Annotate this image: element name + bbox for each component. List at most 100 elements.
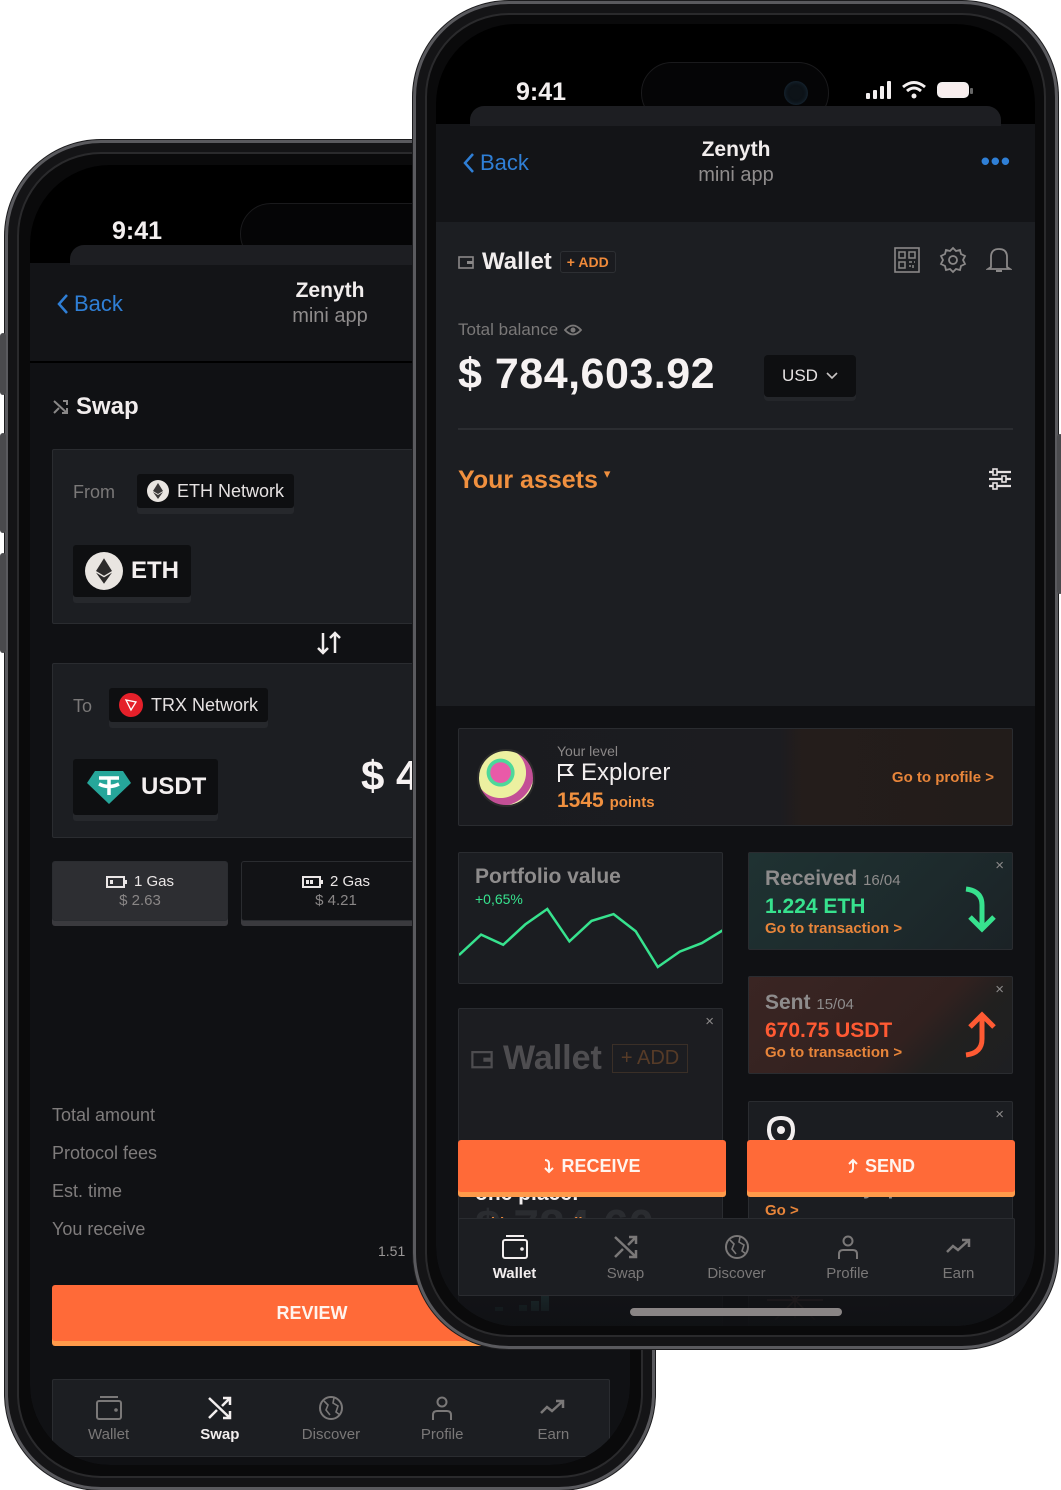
wallet-body: Wallet + ADD Total balance $ 784,603.92 …	[436, 222, 1035, 1326]
to-network-select[interactable]: TRX Network	[109, 688, 269, 722]
app-subtitle: mini app	[292, 305, 368, 327]
battery-icon	[937, 82, 973, 98]
level-points: 1545 points	[557, 789, 655, 813]
cellular-signal-icon	[866, 81, 891, 99]
tab-wallet[interactable]: Wallet	[64, 1393, 154, 1443]
promo-bg-wallet: Wallet	[503, 1039, 602, 1077]
more-dots-icon[interactable]: •••	[981, 146, 1011, 177]
camera-icon	[784, 81, 808, 105]
swap-icon	[613, 1235, 637, 1259]
divider	[458, 428, 1013, 430]
assets-dropdown[interactable]: Your assets ▾	[458, 466, 610, 495]
received-amount: 1.224 ETH	[765, 895, 866, 918]
app-name: Zenyth	[295, 279, 365, 302]
tab-discover[interactable]: Discover	[286, 1393, 376, 1443]
tab-swap[interactable]: Swap	[175, 1393, 265, 1443]
close-icon[interactable]: ×	[705, 1013, 714, 1030]
swap-direction-button[interactable]	[315, 629, 343, 662]
level-name-text: Explorer	[581, 759, 671, 786]
tab-profile[interactable]: Profile	[803, 1232, 893, 1282]
wallet-icon	[471, 1050, 493, 1068]
tab-profile[interactable]: Profile	[397, 1393, 487, 1443]
from-token-select[interactable]: ETH	[73, 545, 191, 597]
eth-token-icon	[85, 552, 123, 590]
received-transaction-card[interactable]: × Received 16/04 1.224 ETH Go to transac…	[748, 852, 1013, 950]
gas-option-label: 2 Gas	[329, 873, 371, 890]
volume-down-button-hw	[0, 553, 6, 653]
app-subtitle: mini app	[698, 164, 774, 186]
back-button[interactable]: Back	[462, 150, 529, 176]
swap-title: Swap	[52, 393, 139, 421]
summary-est-time: Est. time	[52, 1181, 123, 1201]
received-title: Received 16/04	[765, 867, 901, 891]
swap-icon	[53, 400, 68, 414]
back-label: Back	[480, 150, 529, 175]
close-icon[interactable]: ×	[995, 1106, 1004, 1123]
globe-icon	[724, 1235, 749, 1259]
wifi-icon	[902, 81, 926, 99]
bottom-tabbar: Wallet Swap Discover Profile Earn	[458, 1218, 1015, 1296]
balance-label-text: Total balance	[458, 320, 559, 339]
trx-network-icon	[119, 693, 143, 717]
send-button[interactable]: SEND	[747, 1140, 1015, 1192]
tab-label: Swap	[606, 1265, 645, 1282]
go-to-profile-link[interactable]: Go to profile >	[892, 769, 994, 786]
send-label: SEND	[864, 1155, 915, 1176]
sent-transaction-card[interactable]: × Sent 15/04 670.75 USDT Go to transacti…	[748, 976, 1013, 1074]
level-card[interactable]: Your level Explorer 1545 points Go to pr…	[458, 728, 1013, 826]
tab-swap[interactable]: Swap	[581, 1232, 671, 1282]
back-button[interactable]: Back	[56, 291, 123, 317]
receive-button[interactable]: RECEIVE	[458, 1140, 726, 1192]
sent-amount: 670.75 USDT	[765, 1019, 893, 1042]
level-name: Explorer	[557, 759, 670, 787]
wallet-icon	[501, 1235, 528, 1259]
tab-earn[interactable]: Earn	[914, 1232, 1004, 1282]
from-network-select[interactable]: ETH Network	[137, 474, 295, 508]
gear-icon[interactable]	[939, 246, 967, 274]
balance-label: Total balance	[458, 320, 583, 340]
filter-sliders-icon[interactable]	[987, 466, 1013, 492]
battery-low-icon	[105, 875, 127, 888]
telegram-header: Back Zenyth mini app •••	[436, 106, 1035, 222]
qr-code-icon[interactable]	[893, 246, 921, 274]
user-icon	[432, 1396, 453, 1420]
portfolio-card[interactable]: Portfolio value +0,65%	[458, 852, 723, 984]
currency-select[interactable]: USD	[764, 355, 856, 397]
wallet-promo-card[interactable]: × Wallet + ADD Total balance $ 784,60 Al…	[458, 1008, 723, 1248]
tab-wallet[interactable]: Wallet	[470, 1232, 560, 1282]
gas-option-price: $ 4.21	[315, 892, 357, 909]
add-wallet-button[interactable]: + ADD	[559, 251, 616, 273]
portfolio-sparkline	[459, 907, 722, 969]
arrow-up-curved-icon	[965, 1011, 996, 1058]
received-label: Received	[765, 867, 858, 890]
swap-icon	[207, 1396, 232, 1420]
level-label: Your level	[557, 743, 618, 759]
sparkline-line	[459, 907, 722, 969]
eye-icon[interactable]	[564, 324, 583, 336]
volume-up-button-hw	[0, 433, 6, 533]
tab-label: Earn	[537, 1426, 570, 1443]
tab-discover[interactable]: Discover	[692, 1232, 782, 1282]
gas-option-2[interactable]: 2 Gas $ 4.21	[241, 861, 431, 921]
go-to-transaction-link[interactable]: Go to transaction >	[765, 920, 902, 937]
go-to-transaction-link[interactable]: Go to transaction >	[765, 1044, 902, 1061]
bell-icon[interactable]	[985, 246, 1013, 274]
bottom-tabbar: Wallet Swap Discover Profile Earn	[52, 1379, 610, 1457]
usdt-token-icon	[87, 771, 131, 804]
user-icon	[837, 1235, 858, 1259]
close-icon[interactable]: ×	[995, 981, 1004, 998]
gas-option-1[interactable]: 1 Gas $ 2.63	[52, 861, 228, 921]
app-title: Zenyth mini app	[260, 279, 400, 328]
assets-title-label: Your assets	[458, 466, 598, 494]
tab-earn[interactable]: Earn	[508, 1393, 598, 1443]
status-time: 9:41	[516, 78, 567, 106]
home-indicator	[630, 1308, 842, 1316]
quest-go-link[interactable]: Go >	[765, 1202, 799, 1219]
swap-arrows-icon	[317, 631, 341, 655]
from-network-label: ETH Network	[177, 480, 285, 501]
from-label: From	[73, 482, 115, 502]
wallet-title: Wallet + ADD	[458, 248, 616, 276]
to-token-select[interactable]: USDT	[73, 759, 219, 815]
status-icons	[866, 80, 973, 100]
close-icon[interactable]: ×	[995, 857, 1004, 874]
